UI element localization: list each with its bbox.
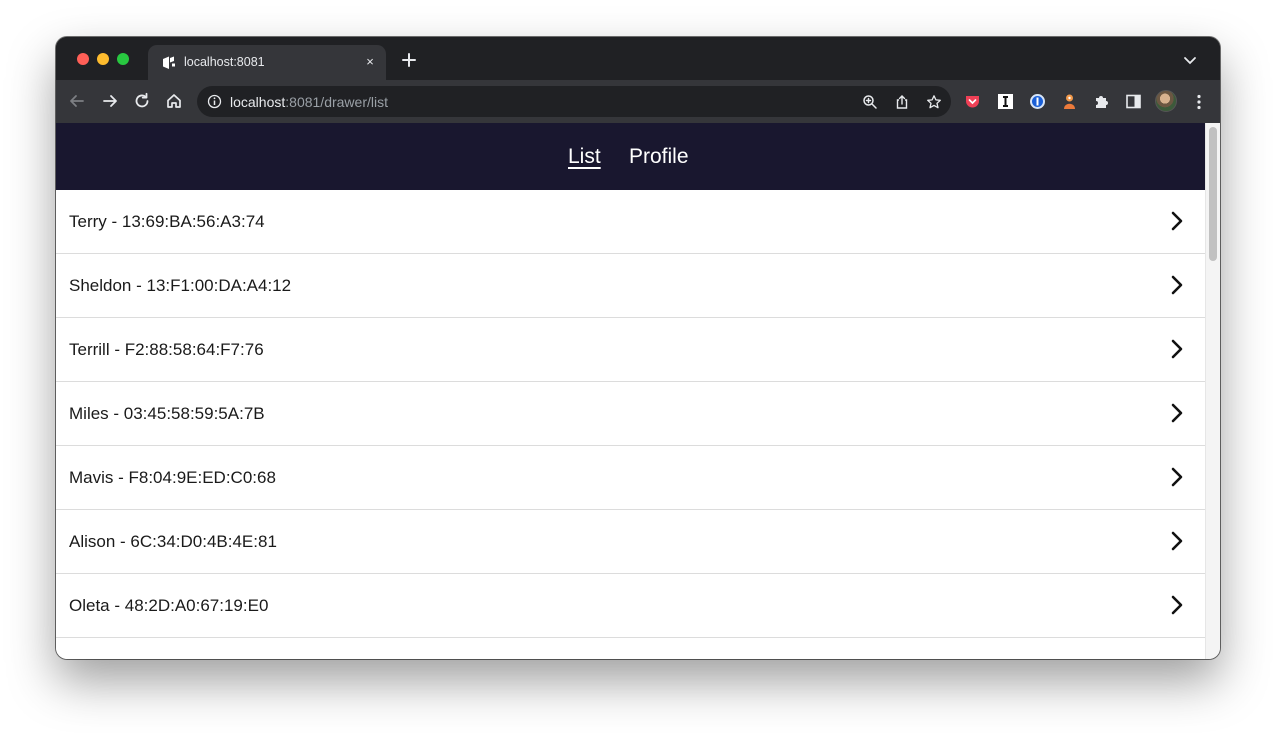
list-item-label: Sheldon - 13:F1:00:DA:A4:12	[69, 276, 292, 295]
site-favicon-icon	[163, 56, 175, 69]
chevron-right-icon	[1171, 531, 1183, 551]
list-item-label: Terry - 13:69:BA:56:A3:74	[69, 212, 265, 231]
pocket-extension-icon[interactable]	[964, 93, 981, 110]
chevron-right-icon	[1171, 467, 1183, 487]
forward-arrow-icon[interactable]	[101, 92, 119, 110]
list-item[interactable]: Terrill - F2:88:58:64:F7:76	[56, 318, 1205, 382]
browser-window: localhost:8081 × localhost:8081/drawer/l…	[56, 37, 1220, 659]
zoom-window-button[interactable]	[117, 53, 129, 65]
zoom-icon[interactable]	[862, 94, 878, 110]
url-text[interactable]: localhost:8081/drawer/list	[230, 94, 388, 110]
address-bar[interactable]: localhost:8081/drawer/list	[197, 86, 951, 117]
list-item[interactable]: Oleta - 48:2D:A0:67:19:E0	[56, 574, 1205, 638]
chevron-right-icon	[1171, 339, 1183, 359]
share-icon[interactable]	[894, 94, 910, 110]
list-item-label: Mavis - F8:04:9E:ED:C0:68	[69, 468, 276, 487]
chevron-right-icon	[1171, 211, 1183, 231]
chevron-right-icon	[1171, 275, 1183, 295]
device-list: Terry - 13:69:BA:56:A3:74 Sheldon - 13:F…	[56, 190, 1205, 659]
home-icon[interactable]	[165, 92, 183, 110]
url-path: :8081/drawer/list	[285, 94, 388, 110]
tab-title: localhost:8081	[184, 55, 265, 69]
list-item[interactable]: Sheldon - 13:F1:00:DA:A4:12	[56, 254, 1205, 318]
profile-avatar[interactable]	[1155, 90, 1177, 112]
tab-close-icon[interactable]: ×	[363, 55, 377, 69]
scrollbar-thumb[interactable]	[1209, 127, 1217, 261]
fox-extension-icon[interactable]	[1061, 93, 1078, 110]
list-item-label: Alison - 6C:34:D0:4B:4E:81	[69, 532, 277, 551]
browser-tab[interactable]: localhost:8081 ×	[148, 45, 386, 80]
nav-link-profile[interactable]: Profile	[629, 145, 689, 169]
browser-toolbar: localhost:8081/drawer/list	[56, 80, 1220, 123]
reload-icon[interactable]	[133, 92, 151, 110]
new-tab-icon[interactable]	[400, 51, 418, 69]
list-item[interactable]: Mavis - F8:04:9E:ED:C0:68	[56, 446, 1205, 510]
page-viewport: List Profile Terry - 13:69:BA:56:A3:74 S…	[56, 123, 1220, 659]
nav-link-list[interactable]: List	[568, 145, 601, 169]
more-menu-icon[interactable]	[1191, 93, 1207, 111]
list-item-label: Miles - 03:45:58:59:5A:7B	[69, 404, 265, 423]
password-manager-extension-icon[interactable]	[1029, 93, 1046, 110]
close-window-button[interactable]	[77, 53, 89, 65]
list-item[interactable]: Miles - 03:45:58:59:5A:7B	[56, 382, 1205, 446]
extensions-puzzle-icon[interactable]	[1093, 93, 1110, 110]
chevron-right-icon	[1171, 595, 1183, 615]
site-info-icon[interactable]	[207, 94, 222, 109]
chevron-right-icon	[1171, 403, 1183, 423]
url-host: localhost	[230, 94, 286, 110]
tab-search-chevron-icon[interactable]	[1180, 54, 1200, 68]
list-item-label: Terrill - F2:88:58:64:F7:76	[69, 340, 264, 359]
chevron-right-icon	[1168, 658, 1186, 659]
tab-strip: localhost:8081 ×	[56, 37, 1220, 80]
list-item[interactable]: Terry - 13:69:BA:56:A3:74	[56, 190, 1205, 254]
minimize-window-button[interactable]	[97, 53, 109, 65]
list-item[interactable]: Alison - 6C:34:D0:4B:4E:81	[56, 510, 1205, 574]
instapaper-extension-icon[interactable]	[997, 93, 1014, 110]
bookmark-star-icon[interactable]	[926, 94, 942, 110]
side-panel-icon[interactable]	[1125, 93, 1142, 110]
page-scrollbar[interactable]	[1205, 123, 1220, 659]
list-item-label: Oleta - 48:2D:A0:67:19:E0	[69, 596, 269, 615]
list-item[interactable]	[56, 638, 1205, 659]
back-arrow-icon[interactable]	[68, 92, 86, 110]
app-header: List Profile	[56, 123, 1205, 190]
